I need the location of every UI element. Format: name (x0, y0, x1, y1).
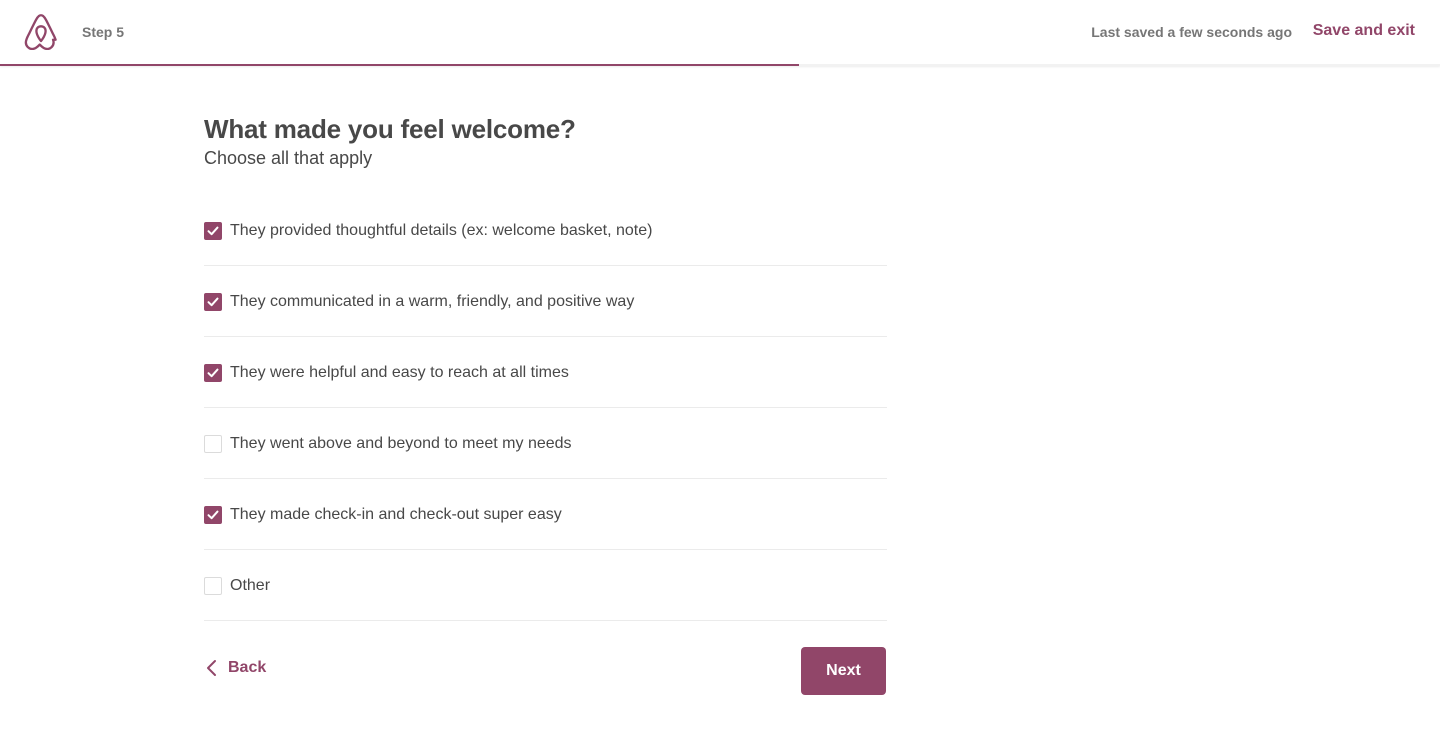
next-button[interactable]: Next (801, 647, 886, 695)
airbnb-logo-icon[interactable] (24, 14, 58, 50)
progress-bar-fill (0, 64, 800, 66)
save-and-exit-button[interactable]: Save and exit (1313, 22, 1415, 40)
checkbox[interactable] (204, 222, 222, 240)
checkbox-label: They were helpful and easy to reach at a… (230, 364, 569, 381)
question-title: What made you feel welcome? (204, 114, 576, 144)
checkbox-option[interactable]: Other (204, 550, 887, 621)
checkmark-icon (207, 510, 219, 520)
checkbox-option[interactable]: They made check-in and check-out super e… (204, 479, 887, 550)
checkbox-label: They made check-in and check-out super e… (230, 506, 562, 523)
checkmark-icon (207, 226, 219, 236)
checkbox-label: They communicated in a warm, friendly, a… (230, 293, 635, 310)
step-indicator: Step 5 (82, 24, 125, 40)
checkbox-option[interactable]: They went above and beyond to meet my ne… (204, 408, 887, 479)
question-subtitle: Choose all that apply (204, 148, 373, 168)
chevron-left-icon (207, 660, 216, 676)
last-saved-status: Last saved a few seconds ago (1091, 24, 1292, 40)
checkbox-label: Other (230, 577, 271, 594)
checkbox[interactable] (204, 293, 222, 311)
checkmark-icon (207, 368, 219, 378)
checkbox-label: They went above and beyond to meet my ne… (230, 435, 572, 452)
checkbox[interactable] (204, 435, 222, 453)
top-header: Step 5 Last saved a few seconds ago Save… (0, 0, 1440, 66)
question-panel: What made you feel welcome? Choose all t… (204, 114, 887, 621)
checkbox[interactable] (204, 506, 222, 524)
progress-bar (0, 64, 1440, 66)
checkbox-option[interactable]: They communicated in a warm, friendly, a… (204, 266, 887, 337)
checkbox-label: They provided thoughtful details (ex: we… (230, 222, 653, 239)
checkmark-icon (207, 297, 219, 307)
back-label: Back (228, 659, 267, 676)
checkbox[interactable] (204, 364, 222, 382)
options-list: They provided thoughtful details (ex: we… (204, 195, 887, 621)
checkbox-option[interactable]: They provided thoughtful details (ex: we… (204, 195, 887, 266)
back-button[interactable]: Back (204, 658, 266, 678)
checkbox[interactable] (204, 577, 222, 595)
checkbox-option[interactable]: They were helpful and easy to reach at a… (204, 337, 887, 408)
